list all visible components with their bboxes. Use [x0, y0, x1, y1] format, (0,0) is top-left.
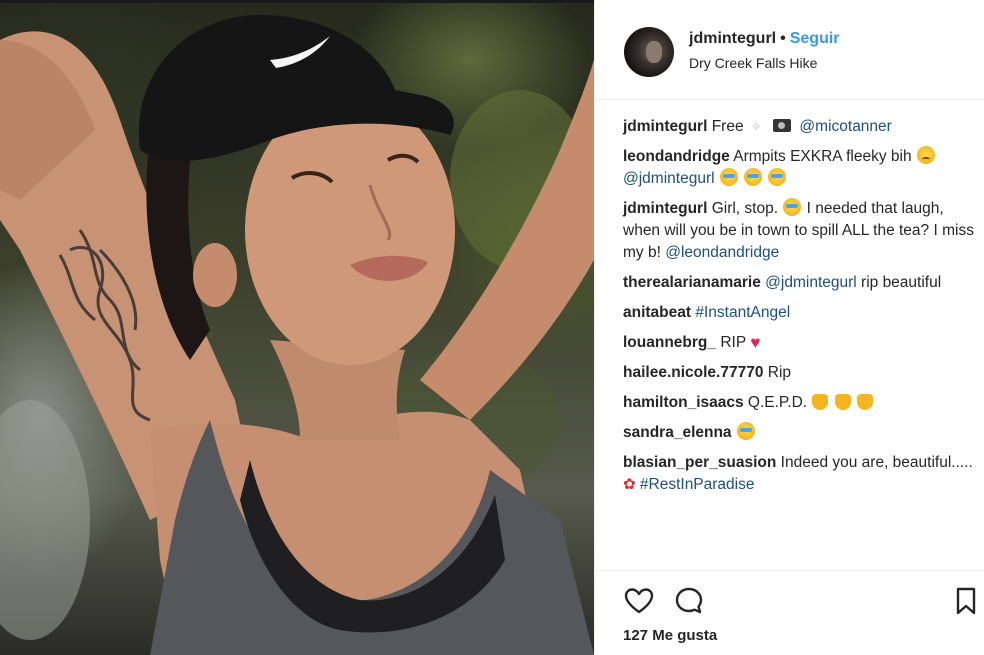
crying-face-icon [744, 168, 763, 186]
comment-username[interactable]: anitabeat [623, 304, 691, 321]
username-link[interactable]: jdmintegurl [689, 30, 776, 47]
comment-item: anitabeat #InstantAngel [623, 302, 983, 324]
comment-text: Free [711, 118, 744, 135]
comment-text: RIP [720, 334, 746, 351]
bookmark-icon [956, 587, 976, 615]
post-sidebar: jdmintegurl • Seguir Dry Creek Falls Hike … [594, 0, 984, 655]
crying-face-icon [736, 422, 755, 440]
comment-username[interactable]: therealarianamarie [623, 274, 761, 291]
comment-text: Armpits EXKRA fleeky bih [733, 148, 912, 165]
like-button[interactable] [623, 585, 655, 617]
tears-of-joy-icon [719, 168, 738, 186]
camera-icon [773, 119, 792, 132]
comment-bubble-icon [675, 587, 703, 614]
praying-hands-icon [812, 394, 829, 410]
hashtag-link[interactable]: #InstantAngel [695, 304, 790, 321]
comment-button[interactable] [673, 585, 705, 617]
comment-item: therealarianamarie @jdmintegurl rip beau… [623, 272, 983, 294]
rose-icon: ✿ [623, 476, 636, 493]
separator-dot: • [780, 30, 786, 47]
comment-username[interactable]: jdmintegurl [623, 118, 707, 135]
post-header: jdmintegurl • Seguir Dry Creek Falls Hike [595, 0, 984, 100]
comment-text: Rip [767, 364, 792, 381]
comment-item: jdmintegurl Free ✧ @micotanner [623, 116, 983, 138]
location-link[interactable]: Dry Creek Falls Hike [689, 55, 817, 71]
disappointed-face-icon [916, 146, 935, 164]
avatar[interactable] [624, 27, 674, 77]
comment-item: sandra_elenna [623, 422, 983, 444]
comment-username[interactable]: sandra_elenna [623, 424, 732, 441]
comment-username[interactable]: louannebrg_ [623, 334, 716, 351]
mention-link[interactable]: @jdmintegurl [765, 274, 857, 291]
comment-username[interactable]: jdmintegurl [623, 200, 707, 217]
mention-link[interactable]: @jdmintegurl [623, 170, 715, 187]
comment-username[interactable]: hailee.nicole.77770 [623, 364, 763, 381]
comment-username[interactable]: blasian_per_suasion [623, 454, 776, 471]
avatar-face [646, 41, 662, 63]
comments-list: jdmintegurl Free ✧ @micotanner leondandri… [623, 116, 983, 504]
mention-link[interactable]: @leondandridge [665, 244, 779, 261]
praying-hands-icon [834, 394, 851, 410]
red-heart-icon: ♥ [750, 333, 761, 352]
comment-text: Indeed you are, beautiful..... [780, 454, 973, 471]
likes-count[interactable]: 127 Me gusta [623, 627, 717, 644]
tears-of-joy-icon [783, 198, 802, 216]
comment-item: louannebrg_ RIP ♥ [623, 332, 983, 354]
post-photo-illustration [0, 15, 594, 655]
rolling-laughing-icon [768, 168, 787, 186]
praying-hands-icon [857, 394, 874, 410]
follow-button[interactable]: Seguir [790, 30, 840, 47]
comment-text: Girl, stop. [711, 200, 779, 217]
save-button[interactable] [950, 585, 982, 617]
comment-text: Q.E.P.D. [747, 394, 808, 411]
comment-username[interactable]: leondandridge [623, 148, 730, 165]
comment-text: rip beautiful [861, 274, 942, 291]
mention-link[interactable]: @micotanner [799, 118, 891, 135]
heart-outline-icon [624, 588, 654, 614]
comment-username[interactable]: hamilton_isaacs [623, 394, 744, 411]
comment-item: leondandridge Armpits EXKRA fleeky bih @… [623, 146, 983, 190]
comment-item: hailee.nicole.77770 Rip [623, 362, 983, 384]
comment-item: jdmintegurl Girl, stop. I needed that la… [623, 198, 983, 264]
hashtag-link[interactable]: #RestInParadise [640, 476, 755, 493]
comment-item: blasian_per_suasion Indeed you are, beau… [623, 452, 983, 496]
action-bar: 127 Me gusta [595, 570, 984, 655]
header-user-line: jdmintegurl • Seguir [689, 30, 840, 48]
post-photo[interactable] [0, 0, 594, 655]
comment-item: hamilton_isaacs Q.E.P.D. [623, 392, 983, 414]
dove-icon: ✧ [750, 119, 762, 134]
